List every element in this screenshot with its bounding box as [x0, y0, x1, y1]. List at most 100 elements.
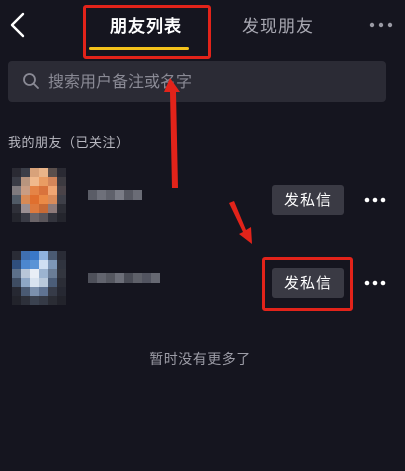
avatar-pixel [48, 195, 57, 204]
friend-list-item: 发私信 [0, 168, 405, 230]
avatar-pixel [21, 296, 30, 305]
avatar-pixel [21, 251, 30, 260]
avatar-pixel [57, 278, 66, 287]
avatar-pixel [57, 168, 66, 177]
avatar-pixel [48, 204, 57, 213]
highlight-box-message-button [262, 257, 353, 311]
send-message-button[interactable]: 发私信 [272, 185, 344, 215]
avatar-pixel [12, 251, 21, 260]
name-pixel [97, 273, 106, 283]
avatar-pixel [12, 186, 21, 195]
search-input[interactable] [48, 61, 378, 102]
name-pixel [106, 190, 115, 200]
avatar-pixel [30, 186, 39, 195]
avatar-pixel [30, 260, 39, 269]
avatar-pixel [39, 213, 48, 222]
name-pixel [124, 273, 133, 283]
name-pixel [88, 190, 97, 200]
avatar[interactable] [12, 168, 66, 222]
more-dots-icon [364, 197, 386, 203]
avatar-pixel [12, 168, 21, 177]
avatar-pixel [39, 287, 48, 296]
avatar[interactable] [12, 251, 66, 305]
search-icon [23, 73, 39, 89]
avatar-pixel [57, 296, 66, 305]
friend-name-blurred[interactable] [88, 273, 160, 283]
name-pixel [88, 273, 97, 283]
friends-section-title: 我的朋友（已关注） [8, 136, 130, 151]
avatar-pixel [39, 251, 48, 260]
avatar-pixel [57, 177, 66, 186]
name-pixel [133, 273, 142, 283]
avatar-pixel [57, 251, 66, 260]
name-pixel [97, 190, 106, 200]
avatar-pixel [57, 260, 66, 269]
avatar-pixel [39, 168, 48, 177]
friends-screen: 朋友列表 发现朋友 我的朋友（已关注） 发私信 [0, 0, 405, 471]
friend-more-button[interactable] [362, 275, 388, 291]
avatar-pixel [39, 269, 48, 278]
avatar-pixel [30, 287, 39, 296]
avatar-pixel [12, 269, 21, 278]
avatar-pixel [57, 186, 66, 195]
avatar-pixel [30, 269, 39, 278]
more-options-button[interactable] [364, 14, 398, 36]
avatar-pixel [39, 278, 48, 287]
avatar-pixel [48, 278, 57, 287]
avatar-pixel [30, 296, 39, 305]
friend-name-blurred[interactable] [88, 190, 142, 200]
avatar-pixel [39, 204, 48, 213]
avatar-pixel [30, 168, 39, 177]
avatar-pixel [21, 260, 30, 269]
avatar-pixel [48, 177, 57, 186]
avatar-pixel [12, 177, 21, 186]
avatar-pixel [12, 287, 21, 296]
avatar-pixel [21, 213, 30, 222]
avatar-pixel [48, 251, 57, 260]
avatar-pixel [48, 287, 57, 296]
name-pixel [115, 190, 124, 200]
avatar-pixel [12, 278, 21, 287]
avatar-pixel [12, 204, 21, 213]
avatar-pixel [30, 204, 39, 213]
avatar-pixel [39, 296, 48, 305]
name-pixel [142, 273, 151, 283]
avatar-pixel [48, 168, 57, 177]
avatar-pixel [30, 251, 39, 260]
avatar-pixel [21, 287, 30, 296]
avatar-pixel [21, 204, 30, 213]
avatar-pixel [21, 278, 30, 287]
avatar-pixel [21, 186, 30, 195]
avatar-pixel [39, 186, 48, 195]
avatar-pixel [39, 177, 48, 186]
name-pixel [151, 273, 160, 283]
back-button[interactable] [4, 10, 30, 40]
more-dots-icon [364, 280, 386, 286]
avatar-pixel [48, 260, 57, 269]
avatar-pixel [21, 177, 30, 186]
friend-more-button[interactable] [362, 192, 388, 208]
avatar-pixel [48, 213, 57, 222]
avatar-pixel [30, 278, 39, 287]
avatar-pixel [48, 296, 57, 305]
name-pixel [124, 190, 133, 200]
avatar-pixel [12, 296, 21, 305]
name-pixel [133, 190, 142, 200]
avatar-pixel [57, 269, 66, 278]
avatar-pixel [48, 269, 57, 278]
tab-discover-friends[interactable]: 发现朋友 [228, 12, 328, 42]
avatar-pixel [21, 269, 30, 278]
avatar-pixel [57, 195, 66, 204]
name-pixel [115, 273, 124, 283]
chevron-left-icon [10, 12, 25, 38]
no-more-text: 暂时没有更多了 [149, 352, 251, 368]
avatar-pixel [12, 213, 21, 222]
avatar-pixel [57, 213, 66, 222]
avatar-pixel [57, 204, 66, 213]
avatar-pixel [30, 213, 39, 222]
avatar-pixel [21, 195, 30, 204]
avatar-pixel [48, 186, 57, 195]
avatar-pixel [30, 177, 39, 186]
search-bar[interactable] [8, 61, 386, 102]
avatar-pixel [39, 260, 48, 269]
